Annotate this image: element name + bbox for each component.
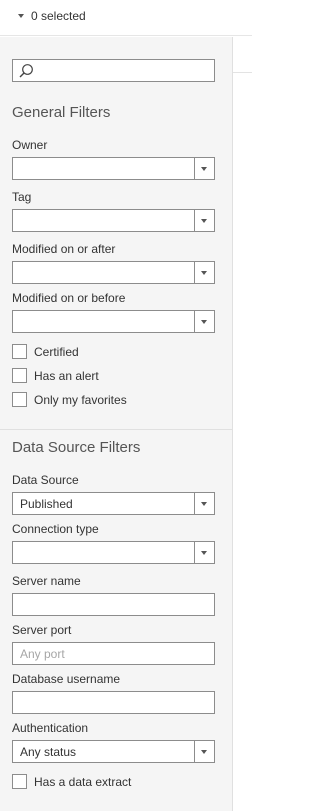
connection-type-select[interactable] [12, 541, 215, 564]
database-username-label: Database username [12, 672, 121, 686]
top-bar: 0 selected [0, 0, 252, 36]
server-port-label: Server port [12, 623, 72, 637]
database-username-input[interactable] [12, 691, 215, 714]
modified-after-select[interactable] [12, 261, 215, 284]
search-input[interactable] [12, 59, 215, 82]
data-extract-checkbox[interactable]: Has a data extract [12, 774, 131, 789]
certified-checkbox[interactable]: Certified [12, 344, 79, 359]
connection-type-label: Connection type [12, 522, 99, 536]
owner-label: Owner [12, 138, 48, 152]
checkbox-box[interactable] [12, 392, 27, 407]
checkbox-box[interactable] [12, 368, 27, 383]
dropdown-arrow-icon [194, 542, 214, 563]
selected-count-label: 0 selected [31, 9, 86, 23]
selected-toggle[interactable]: 0 selected [18, 9, 86, 23]
checkbox-box[interactable] [12, 774, 27, 789]
authentication-select[interactable]: Any status [12, 740, 215, 763]
tag-select[interactable] [12, 209, 215, 232]
server-name-label: Server name [12, 574, 81, 588]
data-source-label: Data Source [12, 473, 79, 487]
data-source-value: Published [20, 497, 73, 511]
server-port-placeholder: Any port [20, 647, 65, 661]
data-source-filters-title: Data Source Filters [12, 439, 141, 456]
checkbox-box[interactable] [12, 344, 27, 359]
data-source-select[interactable]: Published [12, 492, 215, 515]
modified-after-label: Modified on or after [12, 242, 116, 256]
only-favorites-label: Only my favorites [34, 392, 127, 407]
owner-select[interactable] [12, 157, 215, 180]
tag-label: Tag [12, 190, 32, 204]
modified-before-select[interactable] [12, 310, 215, 333]
certified-label: Certified [34, 344, 79, 359]
dropdown-arrow-icon [194, 158, 214, 179]
general-filters-title: General Filters [12, 104, 111, 121]
authentication-label: Authentication [12, 721, 89, 735]
has-alert-label: Has an alert [34, 368, 99, 383]
server-port-input[interactable]: Any port [12, 642, 215, 665]
dropdown-arrow-icon [194, 210, 214, 231]
authentication-value: Any status [20, 745, 77, 759]
server-name-input[interactable] [12, 593, 215, 616]
dropdown-arrow-icon [194, 741, 214, 762]
only-favorites-checkbox[interactable]: Only my favorites [12, 392, 127, 407]
dropdown-arrow-icon [194, 311, 214, 332]
caret-down-icon [18, 14, 24, 18]
search-icon [19, 64, 33, 78]
content-edge [233, 37, 252, 811]
dropdown-arrow-icon [194, 493, 214, 514]
modified-before-label: Modified on or before [12, 291, 126, 305]
dropdown-arrow-icon [194, 262, 214, 283]
data-extract-label: Has a data extract [34, 774, 132, 789]
has-alert-checkbox[interactable]: Has an alert [12, 368, 99, 383]
section-divider [0, 429, 233, 430]
